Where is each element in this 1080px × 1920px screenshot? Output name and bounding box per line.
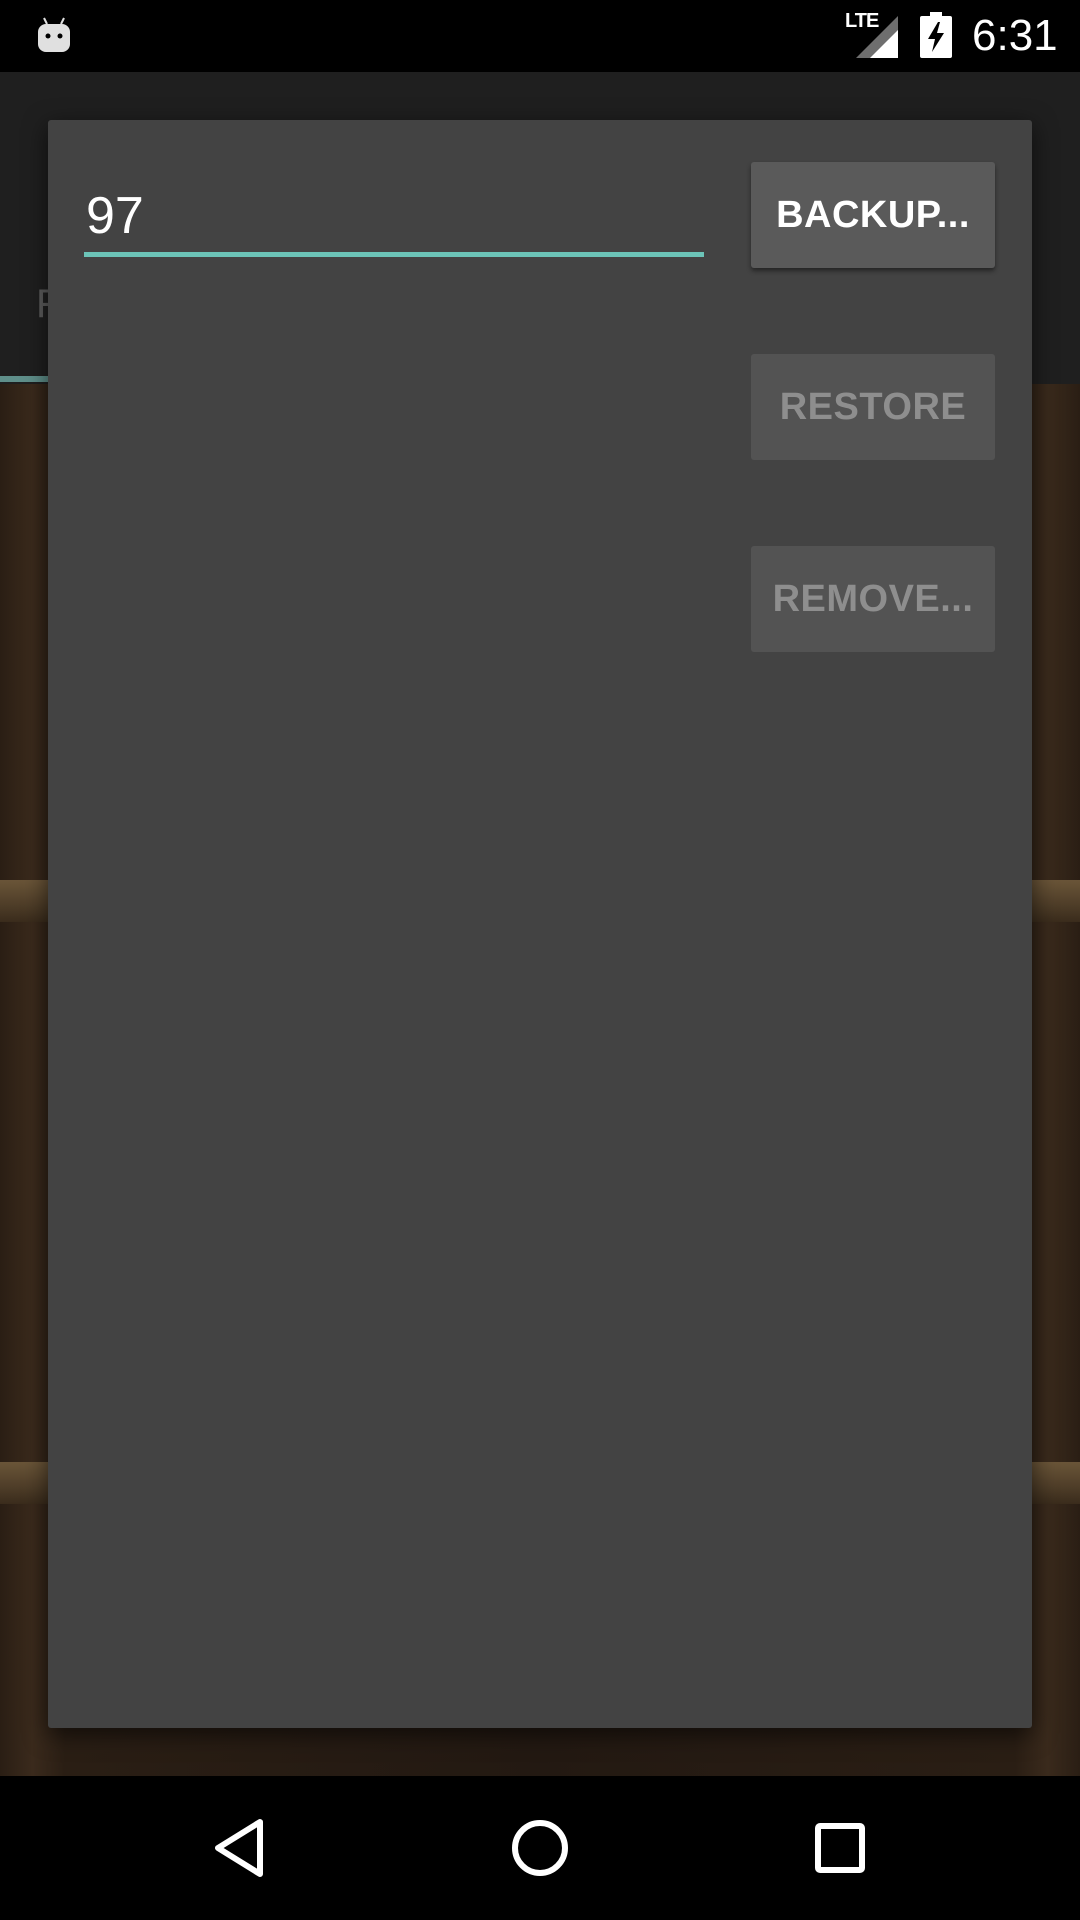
backup-dialog: BACKUP... RESTORE REMOVE...	[48, 120, 1032, 1728]
back-icon[interactable]	[190, 1796, 294, 1900]
navigation-bar	[0, 1776, 1080, 1920]
backup-name-input[interactable]	[84, 180, 706, 252]
input-underline	[84, 252, 704, 257]
status-bar: LTE 6:31	[0, 0, 1080, 72]
restore-button[interactable]: RESTORE	[751, 354, 995, 460]
recents-icon[interactable]	[788, 1796, 892, 1900]
android-notification-icon	[38, 17, 70, 52]
battery-charging-icon	[920, 12, 952, 58]
clock: 6:31	[972, 11, 1058, 60]
home-icon[interactable]	[488, 1796, 592, 1900]
remove-button[interactable]: REMOVE...	[751, 546, 995, 652]
signal-icon	[856, 16, 898, 58]
backup-button[interactable]: BACKUP...	[751, 162, 995, 268]
